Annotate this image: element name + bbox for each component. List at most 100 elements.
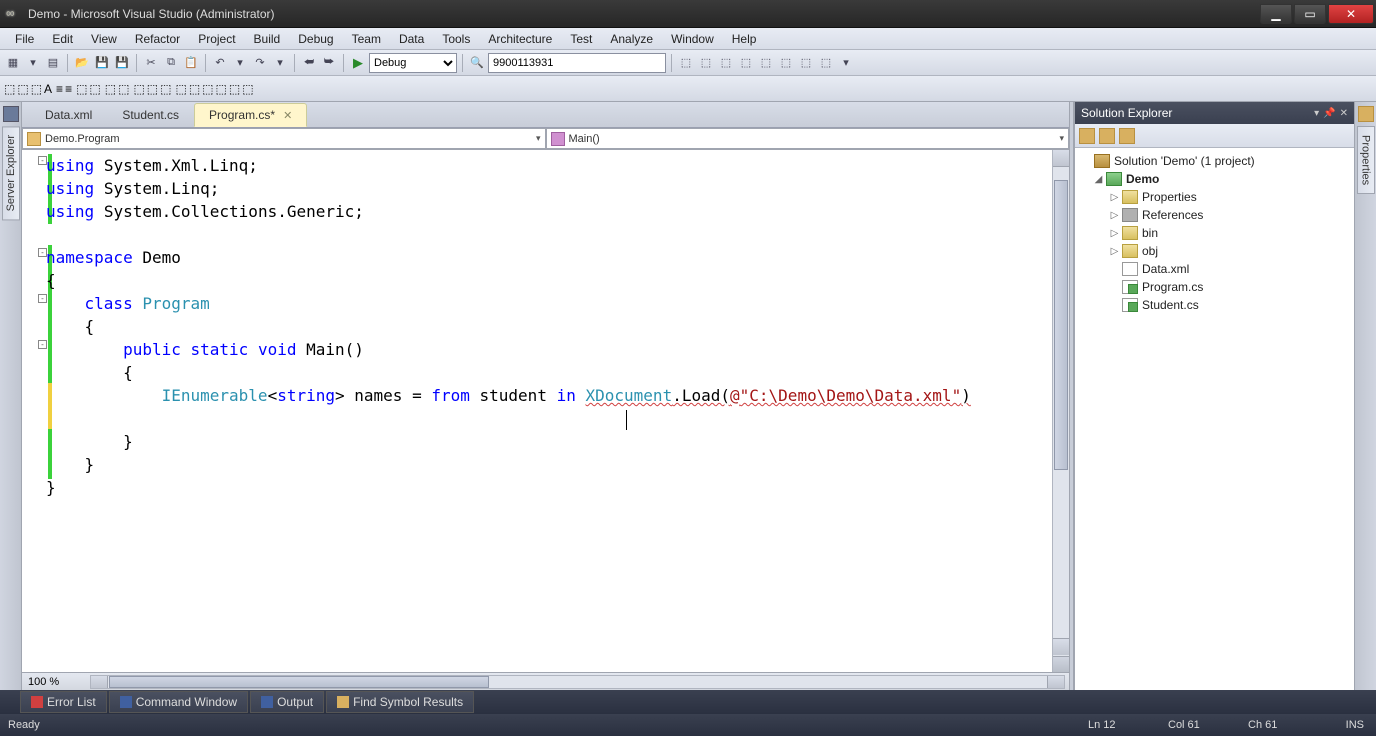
menu-build[interactable]: Build xyxy=(245,30,290,48)
code-editor[interactable]: using System.Xml.Linq; using System.Linq… xyxy=(46,150,1052,672)
tab-output[interactable]: Output xyxy=(250,691,324,713)
error-list-icon xyxy=(31,696,43,708)
panel-pin-icon[interactable]: 📌 xyxy=(1323,108,1335,119)
copy-icon[interactable]: ⧉ xyxy=(162,54,180,72)
add-item-icon[interactable]: ▤ xyxy=(44,54,62,72)
undo-icon[interactable]: ↶ xyxy=(211,54,229,72)
tb2-icon-1[interactable]: ⬚ xyxy=(4,82,15,96)
tab-error-list[interactable]: Error List xyxy=(20,691,107,713)
redo-drop-icon[interactable]: ▾ xyxy=(271,54,289,72)
tab-student-cs[interactable]: Student.cs xyxy=(107,103,194,127)
server-explorer-tab[interactable]: Server Explorer xyxy=(2,126,20,220)
undo-drop-icon[interactable]: ▾ xyxy=(231,54,249,72)
nav-back-icon[interactable]: ⮨ xyxy=(300,54,318,72)
tree-student-cs: Student.cs xyxy=(1077,296,1352,314)
solution-explorer: Solution Explorer ▾ 📌 ✕ Solution 'Demo' … xyxy=(1074,102,1354,690)
minimize-button[interactable]: ▁ xyxy=(1260,4,1292,24)
close-button[interactable]: ✕ xyxy=(1328,4,1374,24)
redo-icon[interactable]: ↷ xyxy=(251,54,269,72)
tab-program-cs[interactable]: Program.cs*✕ xyxy=(194,103,307,127)
tb-icon-g[interactable]: ⬚ xyxy=(797,54,815,72)
tb2-icon-9[interactable]: ⬚ xyxy=(160,82,171,96)
uncomment-icon[interactable]: ⬚ xyxy=(118,82,129,96)
save-all-icon[interactable]: 💾 xyxy=(113,54,131,72)
paste-icon[interactable]: 📋 xyxy=(182,54,200,72)
menu-tools[interactable]: Tools xyxy=(433,30,479,48)
tree-data-xml: Data.xml xyxy=(1077,260,1352,278)
search-input[interactable] xyxy=(488,53,666,73)
start-debug-icon[interactable]: ▶ xyxy=(349,54,367,72)
new-project-icon[interactable]: ▦ xyxy=(4,54,22,72)
tb2-icon-6[interactable]: ⬚ xyxy=(89,82,100,96)
tb2-icon-2[interactable]: ⬚ xyxy=(17,82,28,96)
cut-icon[interactable]: ✂ xyxy=(142,54,160,72)
output-icon xyxy=(261,696,273,708)
menu-project[interactable]: Project xyxy=(189,30,244,48)
menu-window[interactable]: Window xyxy=(662,30,723,48)
tb2-icon-4[interactable]: A xyxy=(44,82,52,96)
tb2-icon-12[interactable]: ⬚ xyxy=(202,82,213,96)
menu-analyze[interactable]: Analyze xyxy=(601,30,662,48)
properties-tab[interactable]: Properties xyxy=(1357,126,1375,194)
menu-edit[interactable]: Edit xyxy=(43,30,82,48)
menu-architecture[interactable]: Architecture xyxy=(479,30,561,48)
maximize-button[interactable]: ▭ xyxy=(1294,4,1326,24)
tb2-icon-10[interactable]: ⬚ xyxy=(175,82,186,96)
tb2-icon-11[interactable]: ⬚ xyxy=(189,82,200,96)
toolbox-icon[interactable] xyxy=(3,106,19,122)
tb2-icon-8[interactable]: ⬚ xyxy=(147,82,158,96)
tb-icon-h[interactable]: ⬚ xyxy=(817,54,835,72)
menu-test[interactable]: Test xyxy=(561,30,601,48)
new-file-icon[interactable]: ▾ xyxy=(24,54,42,72)
se-tb-icon-1[interactable] xyxy=(1079,128,1095,144)
tb-icon-e[interactable]: ⬚ xyxy=(757,54,775,72)
tab-command-window[interactable]: Command Window xyxy=(109,691,248,713)
menu-file[interactable]: File xyxy=(6,30,43,48)
menu-help[interactable]: Help xyxy=(723,30,766,48)
window-title: Demo - Microsoft Visual Studio (Administ… xyxy=(28,7,275,21)
tb2-icon-15[interactable]: ⬚ xyxy=(242,82,253,96)
tab-data-xml[interactable]: Data.xml xyxy=(30,103,107,127)
type-nav-combo[interactable]: Demo.Program xyxy=(22,128,546,149)
tb-icon-f[interactable]: ⬚ xyxy=(777,54,795,72)
zoom-combo[interactable]: 100 % xyxy=(22,676,86,688)
properties-icon[interactable] xyxy=(1358,106,1374,122)
comment-icon[interactable]: ⬚ xyxy=(105,82,116,96)
nav-fwd-icon[interactable]: ⮩ xyxy=(320,54,338,72)
solution-tree[interactable]: Solution 'Demo' (1 project) ◢Demo ▷Prope… xyxy=(1075,148,1354,690)
status-ch: Ch 61 xyxy=(1248,719,1328,731)
panel-dropdown-icon[interactable]: ▾ xyxy=(1314,108,1319,119)
indent-dec-icon[interactable]: ≡ xyxy=(56,82,63,96)
tb2-icon-13[interactable]: ⬚ xyxy=(216,82,227,96)
menu-view[interactable]: View xyxy=(82,30,126,48)
indent-inc-icon[interactable]: ≡ xyxy=(65,82,72,96)
tb-icon-d[interactable]: ⬚ xyxy=(737,54,755,72)
tb2-icon-7[interactable]: ⬚ xyxy=(133,82,144,96)
vertical-scrollbar[interactable] xyxy=(1052,150,1069,672)
horizontal-scrollbar[interactable] xyxy=(90,675,1065,689)
tb2-icon-3[interactable]: ⬚ xyxy=(31,82,42,96)
tb2-icon-14[interactable]: ⬚ xyxy=(229,82,240,96)
se-tb-icon-3[interactable] xyxy=(1119,128,1135,144)
find-in-files-icon[interactable]: 🔍 xyxy=(468,54,486,72)
tb-icon-b[interactable]: ⬚ xyxy=(697,54,715,72)
menu-team[interactable]: Team xyxy=(343,30,390,48)
tab-find-results[interactable]: Find Symbol Results xyxy=(326,691,474,713)
menu-refactor[interactable]: Refactor xyxy=(126,30,189,48)
right-sidebar: Properties xyxy=(1354,102,1376,690)
menu-data[interactable]: Data xyxy=(390,30,433,48)
menu-debug[interactable]: Debug xyxy=(289,30,342,48)
save-icon[interactable]: 💾 xyxy=(93,54,111,72)
tb-icon-c[interactable]: ⬚ xyxy=(717,54,735,72)
member-nav-combo[interactable]: Main() xyxy=(546,128,1070,149)
panel-close-icon[interactable]: ✕ xyxy=(1340,108,1348,119)
tb-icon-a[interactable]: ⬚ xyxy=(677,54,695,72)
config-select[interactable]: Debug xyxy=(369,53,457,73)
se-tb-icon-2[interactable] xyxy=(1099,128,1115,144)
close-tab-icon[interactable]: ✕ xyxy=(283,110,292,122)
open-icon[interactable]: 📂 xyxy=(73,54,91,72)
tb2-icon-5[interactable]: ⬚ xyxy=(76,82,87,96)
left-sidebar: Server Explorer xyxy=(0,102,22,690)
tb-drop-icon[interactable]: ▾ xyxy=(837,54,855,72)
titlebar: Demo - Microsoft Visual Studio (Administ… xyxy=(0,0,1376,28)
